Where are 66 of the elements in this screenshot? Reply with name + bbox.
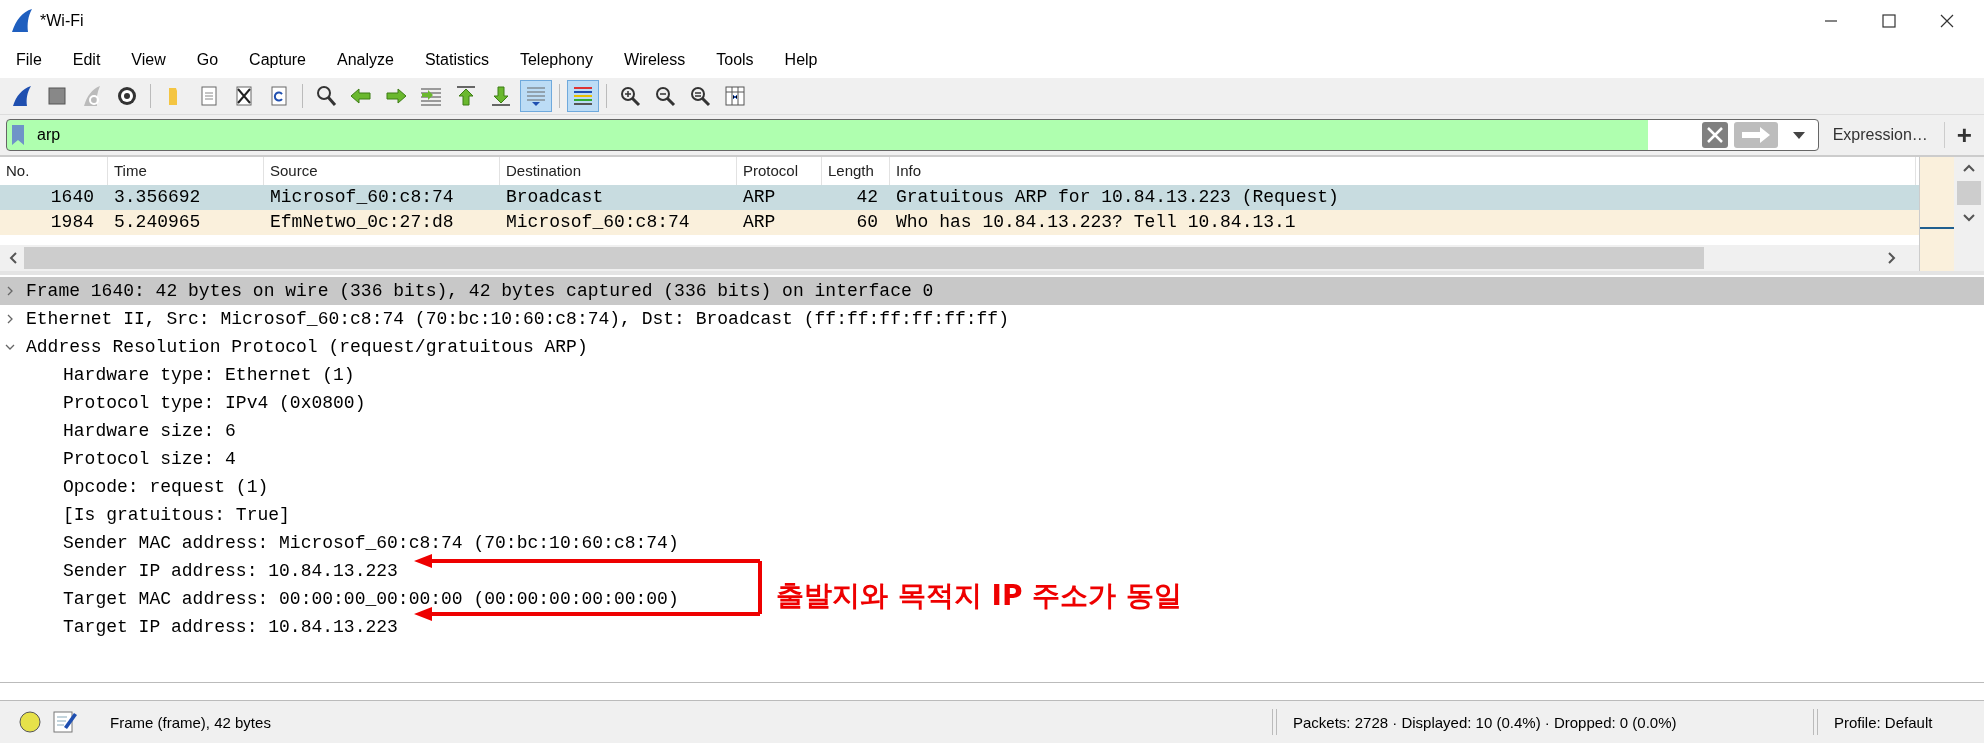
table-cell-text: Microsof_60:c8:74 [269, 186, 455, 209]
table-cell-text: Gratuitous ARP for 10.84.13.223 (Request) [895, 186, 1340, 209]
menu-item[interactable]: Tools [716, 51, 754, 69]
table-cell-text: Who has 10.84.13.223? Tell 10.84.13.1 [895, 211, 1297, 234]
tree-item[interactable]: Sender IP address: 10.84.13.223 [0, 557, 398, 585]
table-cell-text: ARP [742, 211, 777, 234]
table-cell-text: 3.356692 [113, 186, 202, 209]
expert-info-icon[interactable] [18, 710, 42, 734]
add-button[interactable]: + [1950, 119, 1978, 151]
table-cell-text: Broadcast [505, 186, 605, 209]
tree-item[interactable]: Ethernet II, Src: Microsof_60:c8:74 (70:bc:10:60:c8:74), Dst: Broadcast (ff:ff:ff:ff:ff:ff) [0, 305, 1984, 333]
tree-item[interactable]: Sender MAC address: Microsof_60:c8:74 (70:bc:10:60:c8:74) [0, 529, 679, 557]
tree-item[interactable]: Hardware size: 6 [0, 417, 236, 445]
profile-text[interactable]: Profile: Default [1828, 713, 1933, 731]
horizontal-scrollbar[interactable] [0, 245, 1919, 271]
close-icon[interactable] [1940, 14, 1954, 28]
scroll-thumb[interactable] [1957, 181, 1981, 205]
menu-item[interactable]: Statistics [424, 51, 489, 69]
tree-item[interactable]: Frame 1640: 42 bytes on wire (336 bits), 42 bytes captured (336 bits) on interface 0 [0, 277, 1984, 305]
menu-item[interactable]: Wireless [623, 51, 686, 69]
table-cell-text: 1640 [49, 186, 95, 209]
tree-item[interactable]: Hardware type: Ethernet (1) [0, 361, 355, 389]
annotation-text: 출발지와 목적지 IP 주소가 동일 [776, 578, 1182, 614]
scroll-thumb[interactable] [24, 247, 1704, 269]
menu-item[interactable]: Go [196, 51, 219, 69]
edit-note-icon[interactable] [52, 709, 78, 735]
tree-item[interactable]: Target MAC address: 00:00:00_00:00:00 (00:00:00:00:00:00) [0, 585, 679, 613]
table-cell-text: 1984 [49, 211, 95, 234]
scroll-right-icon[interactable] [1887, 251, 1897, 265]
menu-item[interactable]: Analyze [337, 51, 394, 69]
tree-item[interactable]: Target IP address: 10.84.13.223 [0, 613, 398, 641]
window-title: *Wi-Fi [40, 12, 84, 30]
expression-button[interactable]: Expression… [1818, 126, 1938, 144]
packet-count-text: Packets: 2728 · Displayed: 10 (0.4%) · Dropped: 0 (0.0%) [1292, 713, 1678, 731]
table-cell-text: ARP [742, 186, 777, 209]
table-cell-text: 60 [855, 211, 879, 234]
menu-item[interactable]: Telephony [519, 51, 593, 69]
packet-row[interactable]: 1984 5.240965 EfmNetwo_0c:27:d8 Microsof_60:c8:74 ARP 60 Who has 10.84.13.223? Tell 10.84.13.1 [0, 210, 1919, 235]
clear-icon[interactable] [1701, 122, 1728, 148]
maximize-icon[interactable] [1882, 14, 1896, 28]
menu-item[interactable]: Edit [72, 51, 101, 69]
status-text: Frame (frame), 42 bytes [110, 713, 272, 731]
tree-item[interactable]: Protocol type: IPv4 (0x0800) [0, 389, 366, 417]
table-cell-text: 42 [855, 186, 879, 209]
packet-row[interactable]: 1640 3.356692 Microsof_60:c8:74 Broadcast ARP 42 Gratuitous ARP for 10.84.13.223 (Request) [0, 185, 1919, 210]
dropdown-caret-icon[interactable] [1791, 130, 1806, 140]
tree-item[interactable]: Address Resolution Protocol (request/gratuitous ARP) [0, 333, 1984, 361]
scroll-left-icon[interactable] [8, 251, 18, 265]
vertical-scrollbar[interactable] [1954, 157, 1984, 271]
tree-item[interactable]: [Is gratuitous: True] [0, 501, 290, 529]
table-cell-text: EfmNetwo_0c:27:d8 [269, 211, 455, 234]
menu-item[interactable]: Capture [249, 51, 306, 69]
horizontal-scrollbar[interactable] [0, 682, 1984, 701]
menu-item[interactable]: Help [784, 51, 818, 69]
table-cell-text: Microsof_60:c8:74 [505, 211, 691, 234]
menu-item[interactable]: View [131, 51, 166, 69]
tree-item[interactable]: Opcode: request (1) [0, 473, 269, 501]
table-cell-text: 5.240965 [113, 211, 202, 234]
scroll-up-icon[interactable] [1962, 163, 1976, 173]
bookmark-icon[interactable] [11, 124, 25, 146]
scroll-down-icon[interactable] [1962, 213, 1976, 223]
menu-item[interactable]: File [16, 51, 42, 69]
tree-item[interactable]: Protocol size: 4 [0, 445, 236, 473]
colored-lines-icon[interactable] [567, 80, 599, 112]
shark-fin-icon [10, 8, 34, 34]
filter-field[interactable]: arp [6, 119, 1819, 151]
